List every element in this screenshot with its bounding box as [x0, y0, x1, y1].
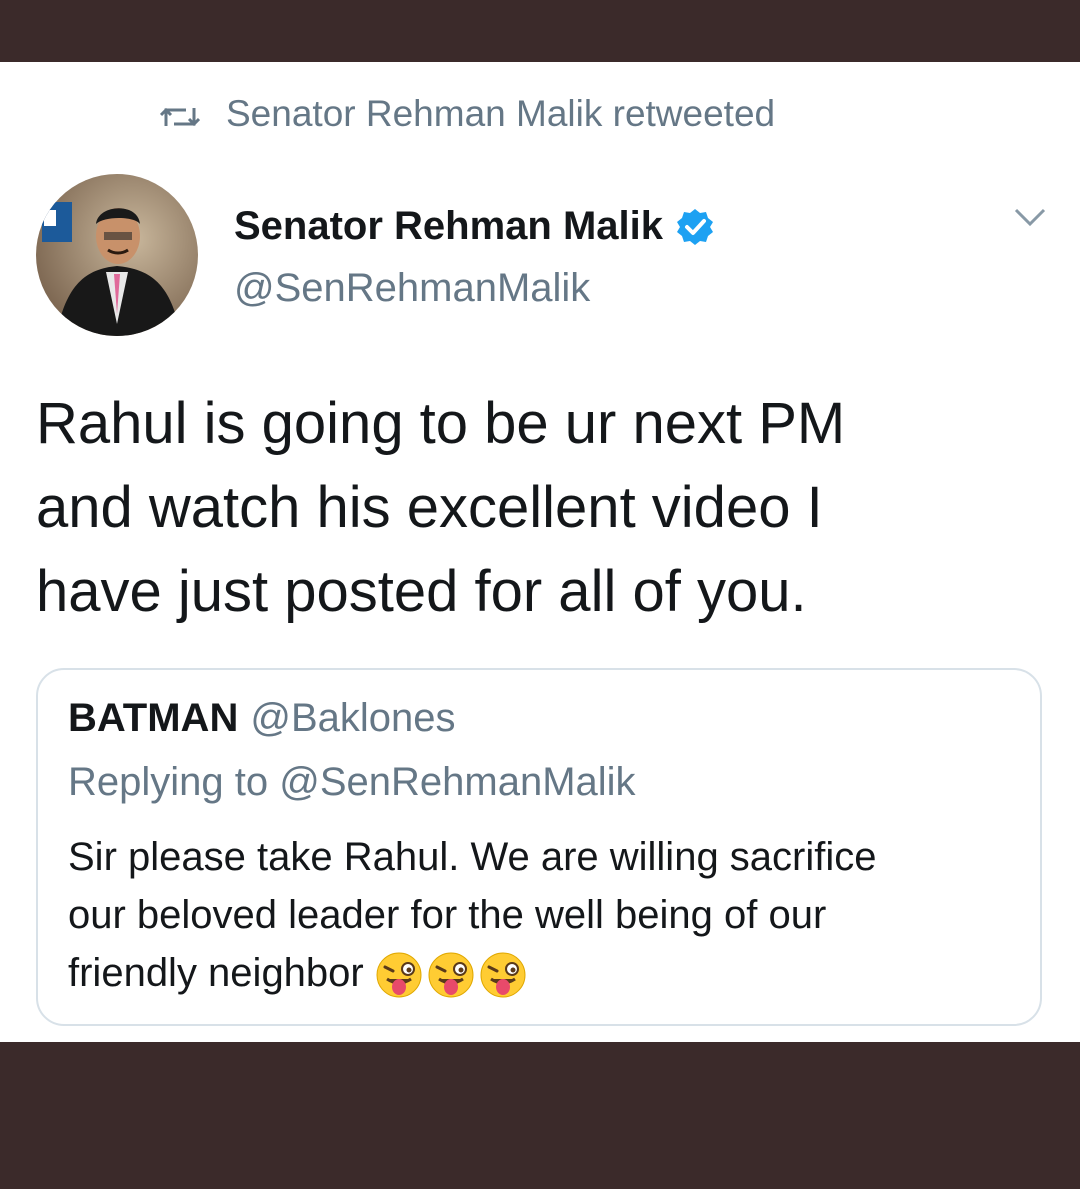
retweet-context: Senator Rehman Malik retweeted [159, 92, 776, 136]
author-handle[interactable]: @SenRehmanMalik [234, 266, 590, 311]
replying-to-label: Replying to @SenRehmanMalik [68, 760, 636, 804]
retweet-label: Senator Rehman Malik retweeted [226, 93, 776, 134]
quoted-tweet[interactable]: BATMAN @Baklones Replying to @SenRehmanM… [36, 668, 1042, 1026]
tongue-wink-emoji-icon [427, 951, 475, 999]
verified-badge-icon [675, 207, 715, 247]
quoted-tweet-text: Sir please take Rahul. We are willing sa… [68, 828, 1018, 1002]
retweet-icon [159, 99, 201, 129]
quoted-line: Sir please take Rahul. We are willing sa… [68, 835, 877, 879]
tweet-line: have just posted for all of you. [36, 559, 807, 624]
quoted-line: our beloved leader for the well being of… [68, 893, 827, 937]
tweet-line: and watch his excellent video I [36, 475, 823, 540]
display-name[interactable]: Senator Rehman Malik [234, 204, 663, 249]
tongue-wink-emoji-icon [375, 951, 423, 999]
quoted-display-name: BATMAN [68, 696, 239, 740]
tweet-line: Rahul is going to be ur next PM [36, 391, 846, 456]
quoted-line-last: friendly neighbor [68, 944, 1018, 1002]
quoted-handle: @Baklones [250, 696, 456, 740]
tongue-wink-emoji-icon [479, 951, 527, 999]
top-frame-bar [0, 0, 1080, 62]
tweet-card[interactable]: Senator Rehman Malik retweeted Senator R… [0, 62, 1080, 1042]
tweet-text: Rahul is going to be ur next PM and watc… [36, 382, 1046, 634]
emoji-group [375, 951, 527, 999]
author-name-row: Senator Rehman Malik [234, 204, 715, 249]
quoted-line: friendly neighbor [68, 951, 364, 995]
chevron-down-icon[interactable] [1010, 202, 1050, 232]
avatar[interactable] [36, 174, 198, 336]
quoted-tweet-header: BATMAN @Baklones [68, 696, 456, 741]
bottom-frame-bar [0, 1042, 1080, 1189]
